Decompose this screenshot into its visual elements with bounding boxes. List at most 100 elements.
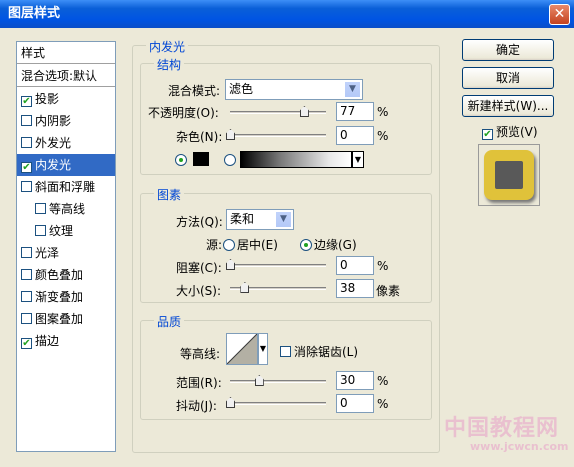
ok-button[interactable]: 确定 [462, 39, 554, 61]
source-edge-label: 边缘(G) [314, 238, 357, 252]
range-input[interactable]: 30 [336, 371, 374, 390]
checkbox-icon[interactable] [21, 291, 32, 302]
sidebar-item-label: 内阴影 [35, 114, 72, 128]
styles-header[interactable]: 样式 [17, 42, 115, 64]
preview-checkbox[interactable]: ✔ 预览(V) [482, 123, 538, 140]
radio-on-icon [300, 239, 312, 251]
source-edge-radio[interactable]: 边缘(G) [300, 236, 357, 253]
sidebar-item-label: 光泽 [35, 246, 60, 260]
opacity-unit: % [377, 105, 389, 119]
glow-color-swatch[interactable] [193, 152, 209, 166]
gradient-radio[interactable] [224, 153, 238, 167]
sidebar-item[interactable]: 纹理 [17, 220, 115, 242]
noise-input[interactable]: 0 [336, 126, 374, 145]
sidebar-item-label: 渐变叠加 [35, 290, 84, 304]
preview-inner [495, 161, 523, 189]
checkbox-icon[interactable]: ✔ [21, 162, 32, 173]
radio-off-icon [223, 239, 235, 251]
radio-on-icon [175, 154, 187, 166]
quality-label: 品质 [154, 313, 185, 330]
checkbox-icon[interactable] [21, 137, 32, 148]
sidebar-item[interactable]: 颜色叠加 [17, 264, 115, 286]
opacity-input[interactable]: 77 [336, 102, 374, 121]
jitter-label: 抖动(J): [176, 399, 217, 413]
new-style-button[interactable]: 新建样式(W)... [462, 95, 554, 117]
checkbox-icon[interactable] [35, 203, 46, 214]
layer-style-dialog: 图层样式 ✕ 样式 混合选项:默认 ✔ 投影 内阴影 外发光 ✔ 内发光 斜面和浮雕 等高线纹… [0, 0, 574, 467]
checkbox-icon[interactable] [21, 247, 32, 258]
window-title: 图层样式 [8, 6, 61, 21]
checkbox-icon: ✔ [482, 129, 493, 140]
technique-value: 柔和 [230, 212, 255, 226]
checkbox-icon[interactable]: ✔ [21, 96, 32, 107]
cancel-button[interactable]: 取消 [462, 67, 554, 89]
blending-options-item[interactable]: 混合选项:默认 [17, 65, 115, 87]
solid-color-radio[interactable] [175, 153, 189, 167]
sidebar-item-label: 颜色叠加 [35, 268, 84, 282]
checkbox-icon [280, 346, 291, 357]
preview-label: 预览(V) [496, 125, 538, 139]
jitter-slider-track[interactable] [230, 402, 326, 405]
structure-label: 结构 [154, 56, 185, 73]
sidebar-item[interactable]: 内阴影 [17, 110, 115, 132]
chevron-down-icon[interactable]: ▼ [275, 211, 292, 228]
checkbox-icon[interactable] [21, 269, 32, 280]
checkbox-icon[interactable] [21, 313, 32, 324]
gradient-preview[interactable] [240, 151, 352, 168]
contour-label: 等高线: [180, 347, 221, 361]
technique-select[interactable]: 柔和 ▼ [226, 209, 294, 230]
sidebar-item-label: 斜面和浮雕 [35, 180, 96, 194]
sidebar-item[interactable]: 斜面和浮雕 [17, 176, 115, 198]
sidebar-item-label: 纹理 [49, 224, 74, 238]
checkbox-icon[interactable] [35, 225, 46, 236]
noise-slider-track[interactable] [230, 134, 326, 137]
sidebar-item[interactable]: ✔ 内发光 [17, 154, 115, 176]
jitter-input[interactable]: 0 [336, 394, 374, 413]
checkbox-icon[interactable]: ✔ [21, 338, 32, 349]
noise-unit: % [377, 129, 389, 143]
sidebar-item-label: 内发光 [35, 158, 72, 172]
contour-preview[interactable] [226, 333, 258, 365]
close-icon[interactable]: ✕ [549, 4, 570, 25]
blend-mode-label: 混合模式: [168, 84, 221, 98]
title-bar: 图层样式 ✕ [0, 0, 574, 28]
sidebar-item[interactable]: 光泽 [17, 242, 115, 264]
watermark-url: www.jcwcn.com [470, 440, 569, 453]
styles-list: 样式 混合选项:默认 ✔ 投影 内阴影 外发光 ✔ 内发光 斜面和浮雕 等高线 纹理 光泽 颜色叠加… [16, 41, 116, 452]
gradient-dropdown-icon[interactable]: ▼ [352, 151, 364, 168]
sidebar-item-label: 图案叠加 [35, 312, 84, 326]
range-label: 范围(R): [176, 376, 222, 390]
antialias-label: 消除锯齿(L) [294, 345, 359, 359]
radio-off-icon [224, 154, 236, 166]
sidebar-item[interactable]: ✔ 投影 [17, 88, 115, 110]
opacity-slider-track[interactable] [230, 111, 326, 114]
blend-mode-value: 滤色 [229, 82, 254, 96]
sidebar-item[interactable]: 图案叠加 [17, 308, 115, 330]
size-input[interactable]: 38 [336, 279, 374, 298]
checkbox-icon[interactable] [21, 115, 32, 126]
contour-dropdown-icon[interactable]: ▼ [258, 333, 268, 365]
source-center-label: 居中(E) [237, 238, 278, 252]
sidebar-item[interactable]: 等高线 [17, 198, 115, 220]
sidebar-item[interactable]: 渐变叠加 [17, 286, 115, 308]
sidebar-item[interactable]: ✔ 描边 [17, 330, 115, 352]
blend-mode-select[interactable]: 滤色 ▼ [225, 79, 363, 100]
size-label: 大小(S): [176, 284, 222, 298]
technique-label: 方法(Q): [176, 215, 223, 229]
sidebar-item-label: 描边 [35, 334, 60, 348]
sidebar-item-label: 等高线 [49, 202, 86, 216]
chevron-down-icon[interactable]: ▼ [344, 81, 361, 98]
sidebar-item-label: 投影 [35, 92, 60, 106]
choke-unit: % [377, 259, 389, 273]
source-center-radio[interactable]: 居中(E) [223, 236, 278, 253]
sidebar-item[interactable]: 外发光 [17, 132, 115, 154]
inner-glow-title: 内发光 [146, 38, 189, 55]
choke-input[interactable]: 0 [336, 256, 374, 275]
choke-slider-track[interactable] [230, 264, 326, 267]
contour-curve-icon [226, 333, 258, 365]
range-slider-track[interactable] [230, 380, 326, 383]
noise-label: 杂色(N): [176, 130, 223, 144]
antialias-checkbox[interactable]: 消除锯齿(L) [280, 343, 358, 360]
jitter-unit: % [377, 397, 389, 411]
checkbox-icon[interactable] [21, 181, 32, 192]
